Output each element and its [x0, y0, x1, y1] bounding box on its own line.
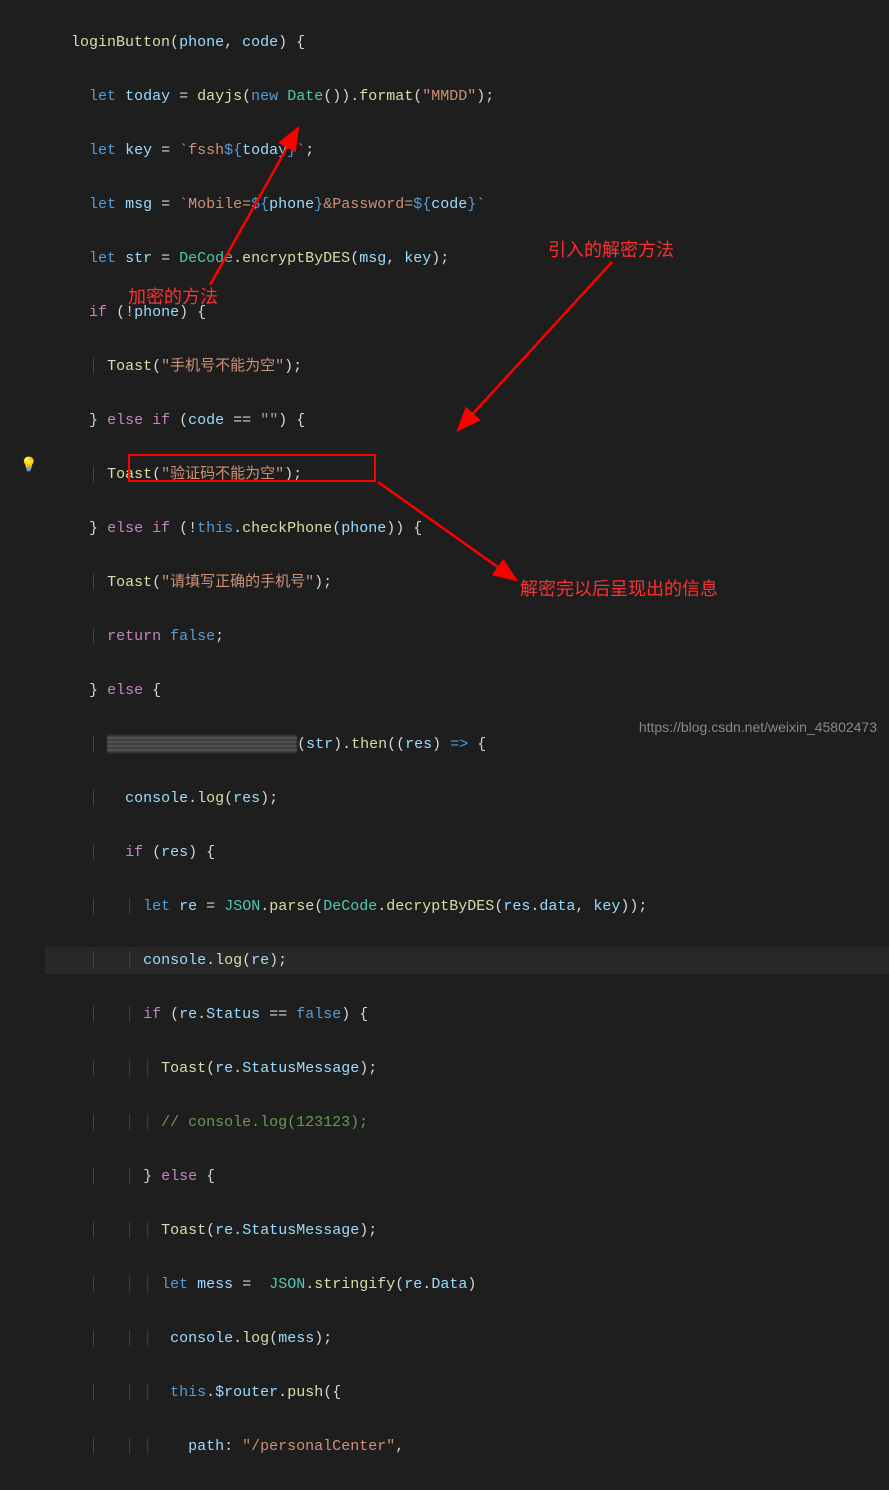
- code-line: │ │ │ Toast(re.StatusMessage);: [45, 1055, 889, 1082]
- code-content[interactable]: loginButton(phone, code) { let today = d…: [45, 0, 889, 745]
- lightbulb-icon[interactable]: 💡: [20, 457, 37, 474]
- code-line: let msg = `Mobile=${phone}&Password=${co…: [45, 191, 889, 218]
- code-line: │ │ │ console.log(mess);: [45, 1325, 889, 1352]
- code-line: } else if (!this.checkPhone(phone)) {: [45, 515, 889, 542]
- code-line-highlighted: │ │ console.log(re);: [45, 947, 889, 974]
- code-line: │ │ │ path: "/personalCenter",: [45, 1433, 889, 1460]
- code-editor[interactable]: 💡 loginButton(phone, code) { let today =…: [0, 0, 889, 745]
- code-line: if (!phone) {: [45, 299, 889, 326]
- code-line: │ │ let re = JSON.parse(DeCode.decryptBy…: [45, 893, 889, 920]
- code-line: │ Toast("请填写正确的手机号");: [45, 569, 889, 596]
- code-line: let str = DeCode.encryptByDES(msg, key);: [45, 245, 889, 272]
- watermark: https://blog.csdn.net/weixin_45802473: [639, 719, 877, 735]
- code-line: let key = `fssh${today}`;: [45, 137, 889, 164]
- code-line: │ │ │ this.$router.push({: [45, 1379, 889, 1406]
- code-line: } else if (code == "") {: [45, 407, 889, 434]
- code-line: } else {: [45, 677, 889, 704]
- code-line: │ if (res) {: [45, 839, 889, 866]
- code-line: │ console.log(res);: [45, 785, 889, 812]
- code-line: │ │ │ // console.log(123123);: [45, 1109, 889, 1136]
- gutter: 💡: [0, 0, 45, 745]
- code-line: │ Toast("验证码不能为空");: [45, 461, 889, 488]
- code-line: let today = dayjs(new Date()).format("MM…: [45, 83, 889, 110]
- code-line: │ Toast("手机号不能为空");: [45, 353, 889, 380]
- code-line: │ │ if (re.Status == false) {: [45, 1001, 889, 1028]
- redacted-code: [107, 735, 297, 753]
- code-line: │ return false;: [45, 623, 889, 650]
- code-line: │ │ │ Toast(re.StatusMessage);: [45, 1217, 889, 1244]
- code-line: │ │ │ query:{data: mess}: [45, 1487, 889, 1490]
- code-line: loginButton(phone, code) {: [45, 29, 889, 56]
- code-line: │ │ │ let mess = JSON.stringify(re.Data): [45, 1271, 889, 1298]
- code-line: │ │ } else {: [45, 1163, 889, 1190]
